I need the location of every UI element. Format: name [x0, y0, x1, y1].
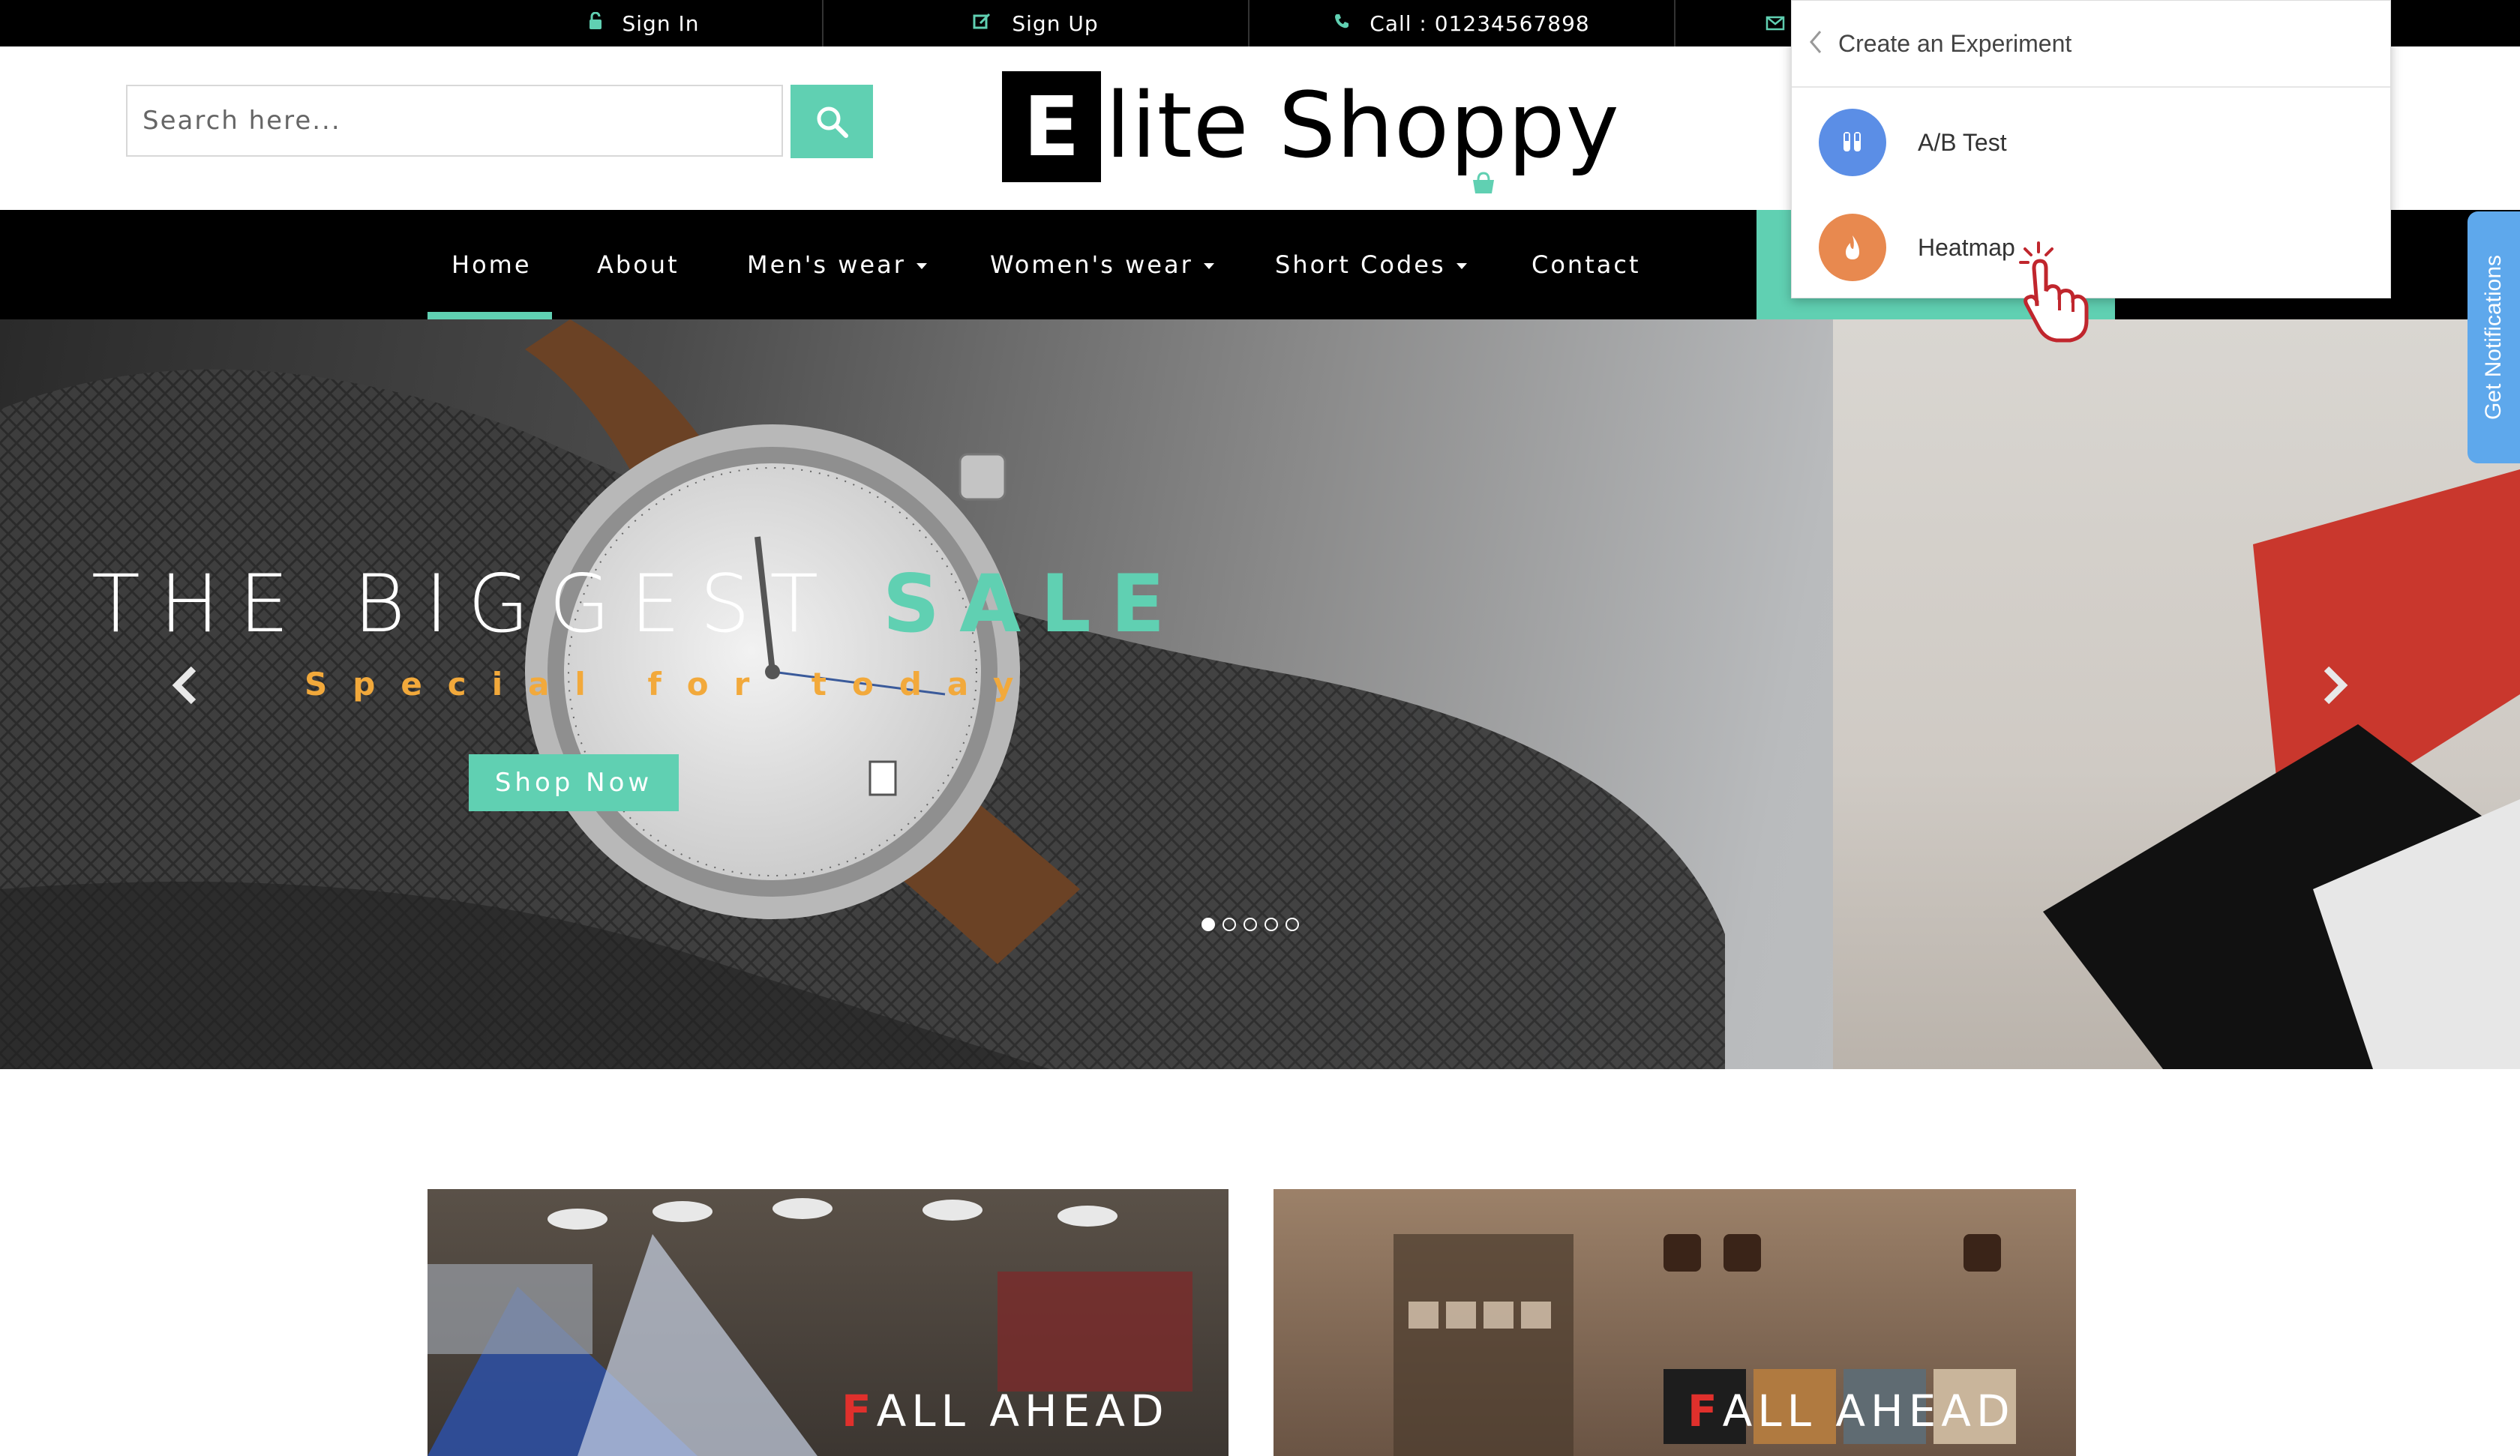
- phone-icon: [1334, 13, 1350, 34]
- heatmap-label: Heatmap: [1918, 233, 2015, 261]
- sign-in-link[interactable]: Sign In: [465, 0, 822, 46]
- call-label: Call : 01234567898: [1370, 10, 1590, 36]
- promo-banner-bags[interactable]: FALL AHEAD: [1274, 1189, 2076, 1456]
- nav-short-codes[interactable]: Short Codes: [1275, 210, 1467, 319]
- nav-contact[interactable]: Contact: [1532, 210, 1641, 319]
- call-info: Call : 01234567898: [1250, 0, 1674, 46]
- panel-header: Create an Experiment: [1792, 1, 2390, 88]
- caret-down-icon: [916, 263, 927, 269]
- hero-title-accent: SALE: [882, 558, 1185, 650]
- get-notifications-label: Get Notifications: [2481, 254, 2506, 421]
- sign-up-label: Sign Up: [1012, 10, 1099, 36]
- nav-mens-wear[interactable]: Men's wear: [747, 210, 927, 319]
- nav-home-label: Home: [452, 250, 532, 279]
- slide-dot[interactable]: [1286, 918, 1299, 931]
- hero-slider: THE BIGGEST SALE Special for today Shop …: [0, 319, 2520, 1069]
- panel-title: Create an Experiment: [1838, 29, 2072, 57]
- nav-about[interactable]: About: [597, 210, 680, 319]
- slide-dot[interactable]: [1202, 918, 1215, 931]
- hero-title: THE BIGGEST SALE: [92, 558, 1184, 650]
- nav-about-label: About: [597, 250, 680, 279]
- banner-text: FALL AHEAD: [1688, 1386, 2015, 1437]
- nav-short-codes-label: Short Codes: [1275, 250, 1446, 279]
- nav-active-indicator: [428, 312, 552, 319]
- logo-text: lite Shoppy: [1106, 74, 1620, 178]
- search-button[interactable]: [790, 85, 873, 158]
- back-chevron-icon[interactable]: [1808, 29, 1823, 58]
- hero-subtitle: Special for today: [304, 666, 1040, 703]
- nav-home[interactable]: Home: [452, 210, 532, 319]
- site-logo[interactable]: E lite Shoppy: [1002, 71, 1620, 184]
- banner-first-letter: F: [1688, 1386, 1723, 1437]
- logo-letter: E: [1002, 71, 1101, 182]
- divider: [1674, 0, 1676, 46]
- search-icon: [817, 106, 848, 138]
- banner-first-letter: F: [842, 1386, 877, 1437]
- flame-icon: [1819, 214, 1886, 281]
- prev-slide-button[interactable]: [168, 664, 201, 709]
- hand-pointer-icon: [2016, 238, 2098, 346]
- shop-now-button[interactable]: Shop Now: [469, 754, 679, 811]
- slide-dot[interactable]: [1222, 918, 1236, 931]
- search-input[interactable]: [126, 85, 783, 157]
- caret-down-icon: [1456, 263, 1467, 269]
- cart-icon[interactable]: [1470, 171, 1497, 198]
- banner-rest: ALL AHEAD: [876, 1386, 1169, 1437]
- ab-test-option[interactable]: A/B Test: [1792, 94, 2390, 191]
- nav-womens-wear[interactable]: Women's wear: [990, 210, 1214, 319]
- chevron-right-icon: [2324, 666, 2348, 705]
- hero-title-main: THE BIGGEST: [92, 558, 883, 650]
- test-tubes-icon: [1819, 109, 1886, 176]
- banner-rest: ALL AHEAD: [1722, 1386, 2015, 1437]
- caret-down-icon: [1203, 263, 1214, 269]
- edit-icon: [973, 12, 992, 34]
- nav-mens-wear-label: Men's wear: [747, 250, 906, 279]
- sign-up-link[interactable]: Sign Up: [824, 0, 1248, 46]
- mail-icon[interactable]: [1764, 0, 1786, 46]
- next-slide-button[interactable]: [2319, 664, 2352, 709]
- banner-text: FALL AHEAD: [842, 1386, 1169, 1437]
- ab-test-label: A/B Test: [1918, 128, 2007, 156]
- lock-icon: [588, 11, 603, 34]
- slide-indicators: [1202, 918, 1299, 931]
- sign-in-label: Sign In: [622, 10, 700, 36]
- slide-dot[interactable]: [1244, 918, 1257, 931]
- nav-womens-wear-label: Women's wear: [990, 250, 1193, 279]
- chevron-left-icon: [172, 666, 196, 705]
- nav-contact-label: Contact: [1532, 250, 1641, 279]
- get-notifications-tab[interactable]: Get Notifications: [2468, 211, 2520, 463]
- slide-dot[interactable]: [1264, 918, 1278, 931]
- promo-banner-clothing[interactable]: FALL AHEAD: [428, 1189, 1228, 1456]
- hero-bags-image: [1833, 319, 2520, 1069]
